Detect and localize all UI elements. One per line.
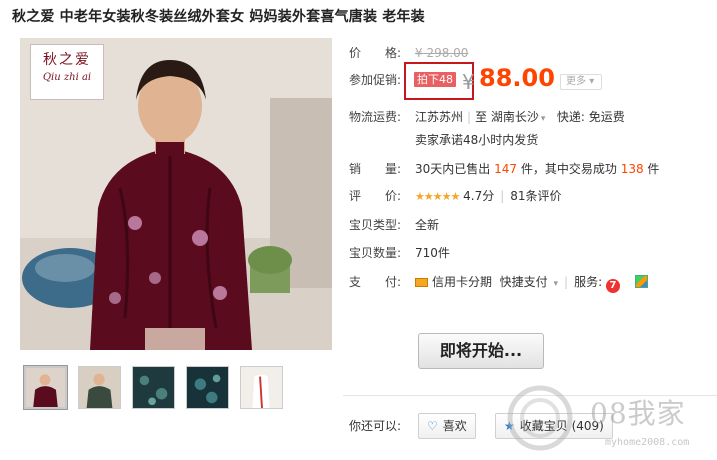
heart-icon: ♡: [427, 419, 438, 433]
sales-middle: 件，其中交易成功: [520, 162, 617, 176]
thumbnail-strip: [23, 365, 283, 410]
reviews-link[interactable]: 81条评价: [510, 189, 561, 203]
sales-row: 销 量: 30天内已售出 147 件，其中交易成功 138 件: [349, 161, 659, 177]
payment-row: 支 付: 信用卡分期 快捷支付 ▾ | 服务: 7: [349, 274, 649, 293]
brand-pinyin: Qiu zhi ai: [42, 72, 92, 83]
thumbnail-3[interactable]: [132, 366, 175, 409]
you-can-label: 你还可以:: [349, 419, 402, 433]
chevron-down-icon: ▾: [589, 76, 595, 87]
watermark-text: 08我家: [590, 397, 686, 430]
thumbnail-4[interactable]: [186, 366, 229, 409]
original-price: ¥ 298.00: [415, 46, 469, 60]
quantity-label: 宝贝数量:: [349, 246, 402, 260]
product-title: 秋之爱 中老年女装秋冬装丝绒外套女 妈妈装外套喜气唐装 老年装: [12, 9, 425, 25]
payment-label: 支 付:: [349, 275, 402, 289]
service-label: 服务:: [574, 275, 603, 289]
quantity-value: 710件: [415, 246, 450, 260]
shipping-row: 物流运费: 江苏苏州 | 至 湖南长沙 ▾ 快递: 免运费: [349, 109, 625, 127]
shipping-to-prefix: 至: [475, 110, 488, 124]
quantity-row: 宝贝数量: 710件: [349, 245, 450, 261]
more-label: 更多: [566, 76, 586, 87]
condition-row: 宝贝类型: 全新: [349, 217, 439, 233]
shipping-label: 物流运费:: [349, 110, 402, 124]
main-product-image[interactable]: 秋之爱 Qiu zhi ai: [20, 38, 332, 350]
coming-soon-button[interactable]: 即将开始...: [418, 333, 544, 369]
seven-day-return-icon[interactable]: 7: [605, 279, 620, 293]
shipping-from: 江苏苏州: [415, 110, 464, 124]
promo-currency: ¥: [462, 70, 475, 94]
brand-logo: 秋之爱 Qiu zhi ai: [30, 44, 104, 100]
shipping-destination: 湖南长沙: [490, 110, 539, 124]
sales-success-count: 138: [620, 162, 644, 176]
chevron-down-icon[interactable]: ▾: [554, 276, 559, 292]
price-label: 价 格:: [349, 46, 402, 60]
sales-suffix: 件: [647, 162, 660, 176]
chevron-down-icon: ▾: [540, 114, 546, 124]
thumbnail-5[interactable]: [240, 366, 283, 409]
more-promos-dropdown[interactable]: 更多 ▾: [560, 74, 602, 90]
star-icon: ★: [504, 419, 515, 433]
brand-name: 秋之爱: [43, 52, 91, 68]
condition-label: 宝贝类型:: [349, 218, 402, 232]
rating-score: 4.7分: [463, 189, 495, 203]
sales-sold-count: 147: [494, 162, 518, 176]
sales-prefix: 30天内已售出: [415, 162, 491, 176]
rating-label: 评 价:: [349, 189, 402, 203]
promo-price: 88.00: [479, 64, 555, 92]
rating-stars-icon: ★★★★★: [415, 190, 460, 203]
price-row: 价 格: ¥ 298.00: [349, 45, 468, 61]
thumbnail-1[interactable]: [23, 365, 68, 410]
condition-value: 全新: [415, 218, 440, 232]
quick-pay-link[interactable]: 快捷支付: [500, 275, 548, 289]
shipping-promise: 卖家承诺48小时内发货: [415, 133, 539, 147]
guarantee-icon[interactable]: [635, 275, 649, 288]
sales-label: 销 量:: [349, 162, 402, 176]
credit-installment-link[interactable]: 信用卡分期: [432, 275, 492, 289]
shipping-express: 快递: 免运费: [556, 110, 625, 124]
like-button[interactable]: ♡ 喜欢: [418, 413, 476, 439]
like-label: 喜欢: [442, 419, 467, 433]
shipping-destination-select[interactable]: 湖南长沙 ▾: [491, 110, 546, 124]
promo-tag: 拍下48: [414, 72, 456, 87]
credit-card-icon: [415, 278, 428, 287]
rating-row: 评 价: ★★★★★ 4.7分 | 81条评价: [349, 189, 562, 203]
thumbnail-2[interactable]: [78, 366, 121, 409]
watermark-url: myhome2008.com: [605, 437, 690, 448]
